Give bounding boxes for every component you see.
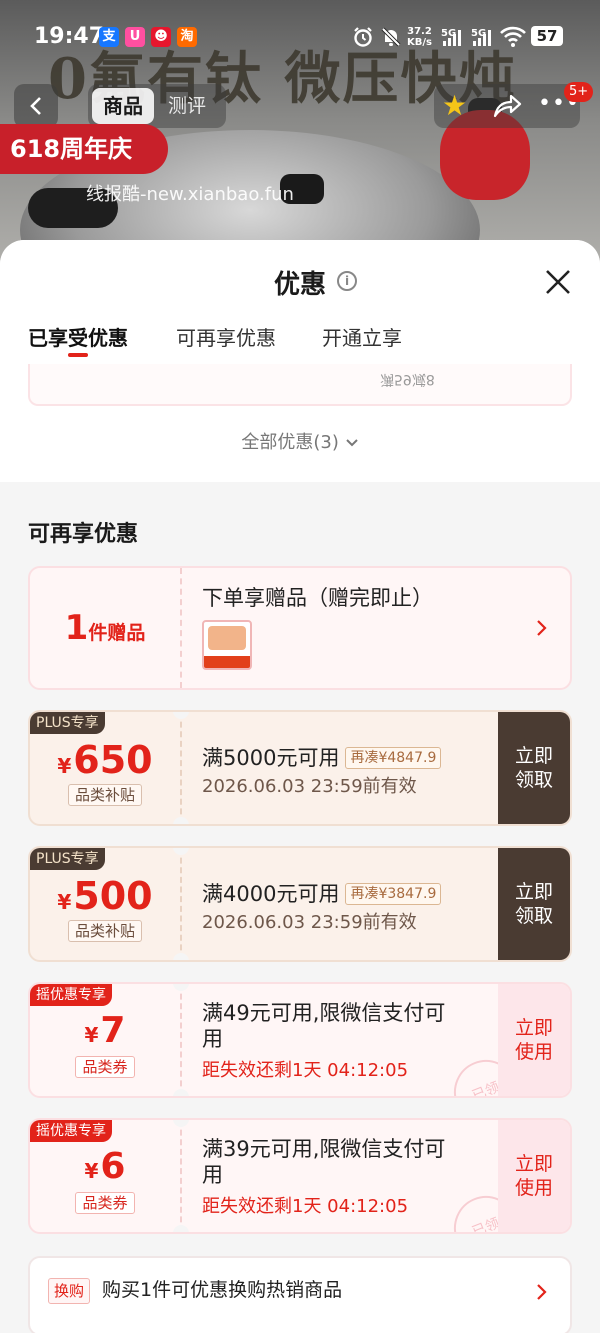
tab-review[interactable]: 测评 bbox=[168, 88, 206, 124]
gift-title: 下单享赠品（赠完即止） bbox=[202, 586, 433, 610]
expand-all-discounts[interactable]: 全部优惠(3) bbox=[0, 428, 600, 454]
coupon-amount-col: 摇优惠专享 ¥6 品类券 bbox=[30, 1120, 180, 1232]
back-button[interactable] bbox=[14, 84, 58, 128]
taobao-icon: 淘 bbox=[177, 27, 197, 47]
signal-bars-2-icon bbox=[473, 30, 495, 46]
product-nav-tabs: 商品 测评 bbox=[88, 84, 226, 128]
coupon-card-shake: 摇优惠专享 ¥7 品类券 满49元可用,限微信支付可用 距失效还剩1天 04:1… bbox=[28, 982, 572, 1098]
coupon-card-plus: PLUS专享 ¥500 品类补贴 满4000元可用 再凑¥3847.9 2026.… bbox=[28, 846, 572, 962]
coupon-category: 品类补贴 bbox=[30, 784, 180, 806]
coupon-validity: 2026.06.03 23:59前有效 bbox=[202, 776, 417, 797]
coupon-condition: 满4000元可用 再凑¥3847.9 bbox=[202, 878, 442, 908]
coupon-tag: PLUS专享 bbox=[30, 712, 105, 734]
card-divider bbox=[180, 568, 182, 688]
nav-actions: ★ ••• bbox=[434, 84, 580, 128]
more-badge: 5+ bbox=[564, 82, 594, 102]
card-divider bbox=[180, 848, 182, 960]
promo-618-badge: 618周年庆 bbox=[0, 124, 168, 174]
gift-card[interactable]: 1件赠品 下单享赠品（赠完即止） bbox=[28, 566, 572, 690]
claim-coupon-button[interactable]: 立即 领取 bbox=[498, 848, 570, 960]
tab-product[interactable]: 商品 bbox=[92, 88, 154, 124]
tab-activate-discounts[interactable]: 开通立享 bbox=[322, 322, 402, 351]
coupon-extra-needed: 再凑¥4847.9 bbox=[345, 747, 442, 769]
status-time: 19:47 bbox=[34, 24, 105, 49]
signal-bars-1-icon bbox=[443, 30, 465, 46]
mute-icon bbox=[381, 27, 401, 47]
chevron-right-icon bbox=[537, 620, 547, 636]
swap-tag: 换购 bbox=[48, 1278, 91, 1304]
tab-available-discounts[interactable]: 可再享优惠 bbox=[176, 322, 276, 351]
coupon-condition: 满5000元可用 再凑¥4847.9 bbox=[202, 742, 442, 772]
coupon-tag: PLUS专享 bbox=[30, 848, 105, 870]
coupon-amount: ¥7 bbox=[84, 1010, 126, 1051]
discount-sheet: 优惠 i 已享受优惠 可再享优惠 开通立享 满59减8 全部优惠(3) 可再享优… bbox=[0, 240, 600, 1333]
gift-thumbnail bbox=[202, 620, 252, 670]
coupon-countdown: 距失效还剩1天 04:12:05 bbox=[202, 1060, 409, 1081]
chevron-right-icon bbox=[537, 1284, 547, 1300]
coupon-amount: ¥500 bbox=[57, 874, 153, 918]
use-coupon-button[interactable]: 立即 使用 bbox=[498, 984, 570, 1096]
use-coupon-button[interactable]: 立即 使用 bbox=[498, 1120, 570, 1232]
chevron-down-icon bbox=[345, 439, 358, 447]
claim-coupon-button[interactable]: 立即 领取 bbox=[498, 712, 570, 824]
coupon-condition: 满49元可用,限微信支付可用 bbox=[202, 1001, 446, 1051]
coupon-card-plus: PLUS专享 ¥650 品类补贴 满5000元可用 再凑¥4847.9 2026.… bbox=[28, 710, 572, 826]
swap-text: 购买1件可优惠换购热销商品 bbox=[102, 1279, 343, 1301]
weibo-icon: ☻ bbox=[151, 27, 171, 47]
battery-icon: 57 bbox=[531, 26, 563, 46]
swap-offer-card[interactable]: 换购 购买1件可优惠换购热销商品 bbox=[28, 1256, 572, 1333]
coupon-amount-col: PLUS专享 ¥650 品类补贴 bbox=[30, 712, 180, 824]
coupon-amount-col: 摇优惠专享 ¥7 品类券 bbox=[30, 984, 180, 1096]
coupon-card-shake: 摇优惠专享 ¥6 品类券 满39元可用,限微信支付可用 距失效还剩1天 04:1… bbox=[28, 1118, 572, 1234]
enjoyed-coupon-card-partial: 满59减8 bbox=[28, 364, 572, 406]
sheet-header: 优惠 i 已享受优惠 可再享优惠 开通立享 满59减8 全部优惠(3) bbox=[0, 240, 600, 482]
coupon-amount-col: PLUS专享 ¥500 品类补贴 bbox=[30, 848, 180, 960]
section-title: 可再享优惠 bbox=[28, 522, 139, 547]
status-bar: 19:47 支 U ☻ 淘 37.2 KB/s 5G 5G 57 bbox=[0, 0, 600, 74]
card-divider bbox=[180, 712, 182, 824]
gift-count: 1件赠品 bbox=[64, 608, 146, 648]
coupon-extra-needed: 再凑¥3847.9 bbox=[345, 883, 442, 905]
coupon-condition: 满39元可用,限微信支付可用 bbox=[202, 1137, 446, 1187]
coupon-category: 品类补贴 bbox=[30, 920, 180, 942]
sheet-title: 优惠 bbox=[273, 270, 326, 300]
net-speed: 37.2 KB/s bbox=[407, 26, 432, 48]
store-icon: U bbox=[125, 27, 145, 47]
chevron-left-icon bbox=[30, 97, 41, 115]
tab-enjoyed-discounts[interactable]: 已享受优惠 bbox=[28, 322, 128, 351]
alarm-icon bbox=[354, 27, 372, 47]
expand-all-label: 全部优惠(3) bbox=[241, 432, 339, 453]
coupon-category: 品类券 bbox=[30, 1056, 180, 1078]
coupon-amount: ¥6 bbox=[84, 1146, 126, 1187]
coupon-countdown: 距失效还剩1天 04:12:05 bbox=[202, 1196, 409, 1217]
coupon-tag: 摇优惠专享 bbox=[30, 1120, 112, 1142]
coupon-tag: 摇优惠专享 bbox=[30, 984, 112, 1006]
partial-card-text: 满59减8 bbox=[380, 371, 435, 387]
coupon-category: 品类券 bbox=[30, 1192, 180, 1214]
share-icon[interactable] bbox=[492, 92, 522, 120]
watermark-text: 线报酷-new.xianbao.fun bbox=[86, 184, 294, 205]
wifi-icon bbox=[500, 26, 526, 47]
card-divider bbox=[180, 1120, 182, 1232]
favorite-star-icon[interactable]: ★ bbox=[442, 90, 467, 122]
info-icon[interactable]: i bbox=[337, 271, 357, 291]
coupon-validity: 2026.06.03 23:59前有效 bbox=[202, 912, 417, 933]
alipay-icon: 支 bbox=[99, 27, 119, 47]
active-tab-indicator bbox=[68, 353, 88, 357]
card-divider bbox=[180, 984, 182, 1096]
coupon-amount: ¥650 bbox=[57, 738, 153, 782]
close-icon[interactable] bbox=[542, 266, 574, 298]
